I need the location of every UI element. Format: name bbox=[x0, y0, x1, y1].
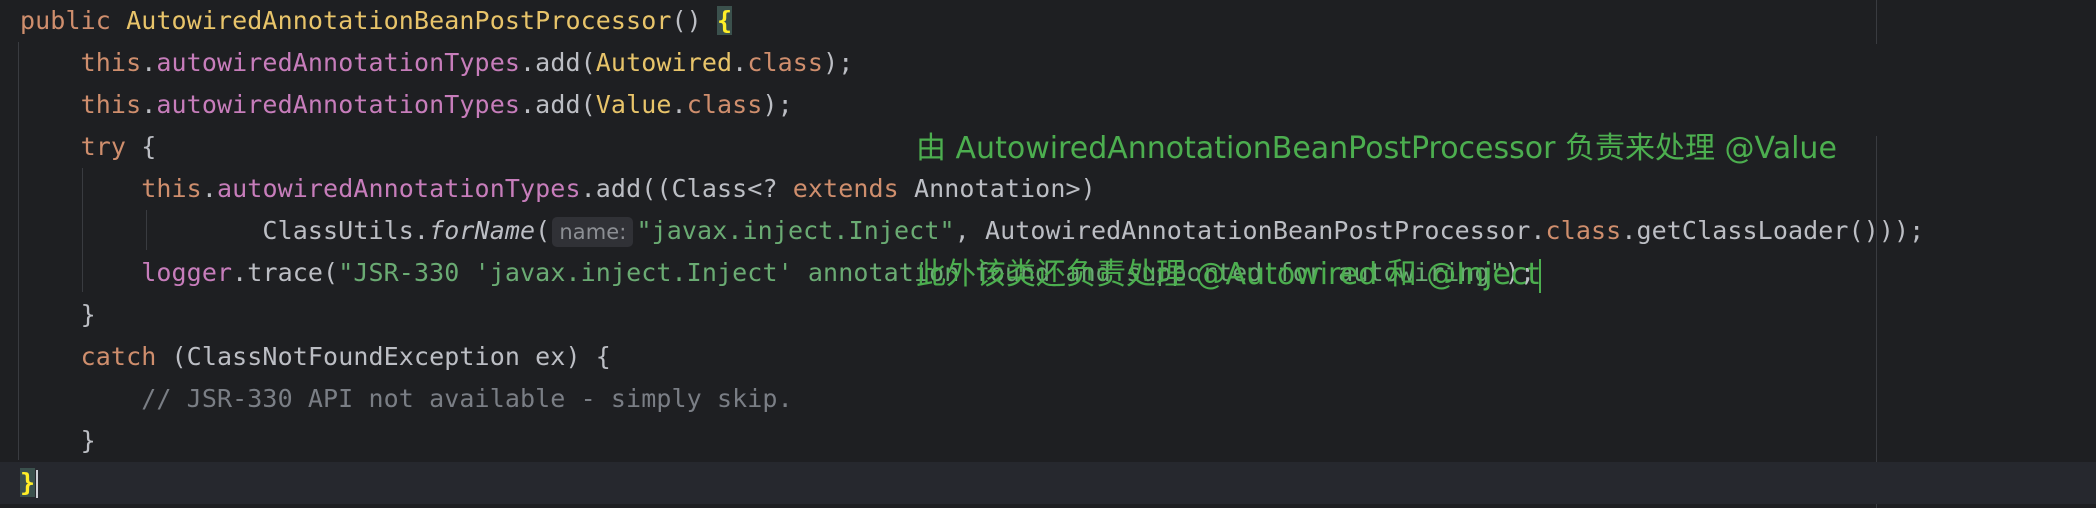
code-token: (ClassNotFoundException ex) { bbox=[156, 342, 611, 371]
code-token: () bbox=[671, 6, 717, 35]
code-token: // JSR-330 API not available - simply sk… bbox=[141, 384, 793, 413]
code-token: } bbox=[20, 468, 36, 497]
code-line[interactable]: public AutowiredAnnotationBeanPostProces… bbox=[20, 0, 733, 42]
code-token: this bbox=[80, 48, 142, 77]
code-line[interactable]: } bbox=[20, 420, 96, 462]
code-token: ClassUtils. bbox=[262, 216, 430, 245]
code-token: .add( bbox=[520, 90, 596, 119]
code-token: . bbox=[141, 90, 157, 119]
code-token: extends bbox=[792, 174, 899, 203]
code-token: .add((Class<? bbox=[580, 174, 793, 203]
code-token: class bbox=[747, 48, 824, 77]
code-token: ( bbox=[535, 216, 551, 245]
annotation-caret bbox=[1539, 258, 1542, 293]
code-token: this bbox=[141, 174, 202, 203]
annotation-line-2-text: 此外该类还负责处理 @Autowired 和 @Inject bbox=[916, 257, 1540, 292]
code-line[interactable]: } bbox=[20, 294, 96, 336]
code-token: try bbox=[80, 132, 127, 161]
text-caret bbox=[36, 470, 39, 498]
code-token: . bbox=[201, 174, 217, 203]
code-token: logger bbox=[141, 258, 233, 287]
code-token: . bbox=[671, 90, 687, 119]
code-token: catch bbox=[80, 342, 157, 371]
code-token: public bbox=[20, 6, 127, 35]
code-token: . bbox=[141, 48, 157, 77]
code-token: AutowiredAnnotationBeanPostProcessor bbox=[126, 6, 672, 35]
code-token: "javax.inject.Inject" bbox=[636, 216, 955, 245]
code-token: autowiredAnnotationTypes bbox=[216, 174, 581, 203]
code-token: { bbox=[716, 6, 733, 35]
code-line[interactable]: // JSR-330 API not available - simply sk… bbox=[20, 378, 793, 420]
code-line[interactable]: catch (ClassNotFoundException ex) { bbox=[20, 336, 611, 378]
code-line[interactable]: this.autowiredAnnotationTypes.add(Value.… bbox=[20, 84, 793, 126]
code-token: class bbox=[686, 90, 763, 119]
code-token: Value bbox=[595, 90, 672, 119]
code-token: Autowired bbox=[595, 48, 733, 77]
indent-guide bbox=[18, 42, 19, 460]
code-token: .add( bbox=[520, 48, 596, 77]
parameter-hint: name: bbox=[552, 217, 634, 247]
code-line[interactable]: this.autowiredAnnotationTypes.add(Autowi… bbox=[20, 42, 854, 84]
annotation-line-2: 此外该类还负责处理 @Autowired 和 @Inject bbox=[916, 254, 1946, 296]
code-token: autowiredAnnotationTypes bbox=[156, 90, 521, 119]
annotation-line-1: 由 AutowiredAnnotationBeanPostProcessor 负… bbox=[916, 131, 1837, 166]
code-token: this bbox=[80, 90, 142, 119]
code-token: } bbox=[20, 426, 96, 455]
code-token: ); bbox=[762, 90, 793, 119]
code-line[interactable]: } bbox=[0, 462, 2096, 504]
code-line[interactable]: try { bbox=[20, 126, 157, 168]
code-token: ); bbox=[823, 48, 854, 77]
code-token: forName bbox=[429, 216, 536, 245]
code-token: } bbox=[20, 300, 96, 329]
code-token: autowiredAnnotationTypes bbox=[156, 48, 521, 77]
annotation-popup[interactable]: 由 AutowiredAnnotationBeanPostProcessor 负… bbox=[916, 44, 1946, 293]
code-token: . bbox=[732, 48, 748, 77]
code-token: .trace( bbox=[232, 258, 339, 287]
code-token: { bbox=[126, 132, 157, 161]
code-editor[interactable]: public AutowiredAnnotationBeanPostProces… bbox=[0, 0, 2096, 508]
